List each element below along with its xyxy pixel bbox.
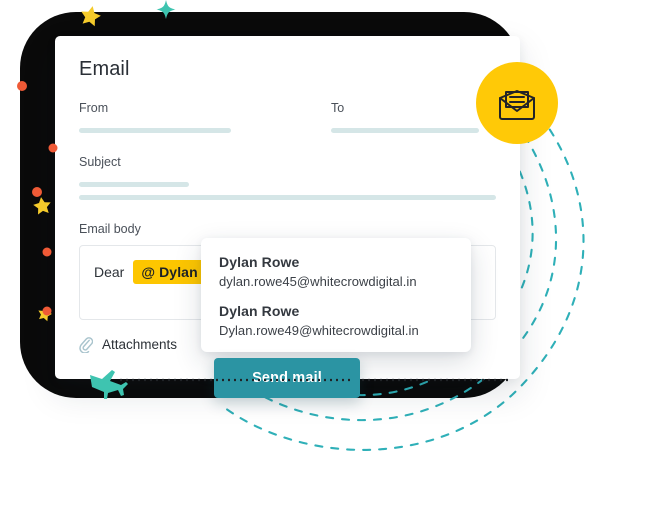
dot-icon [48,143,58,153]
paper-airplane-icon [90,370,128,399]
dot-icon [17,81,27,91]
star-icon [81,6,101,27]
dot-group [17,81,58,316]
dot-icon [32,187,42,197]
sparkle-icon [156,0,176,19]
dot-icon [42,306,52,316]
envelope-badge [476,62,558,144]
illustration-stage: Email From To Subject Email body Dear @ … [0,0,660,515]
dot-icon [42,247,52,257]
foreground-decorations [17,0,558,399]
star-group [33,6,101,322]
star-icon [33,197,51,215]
